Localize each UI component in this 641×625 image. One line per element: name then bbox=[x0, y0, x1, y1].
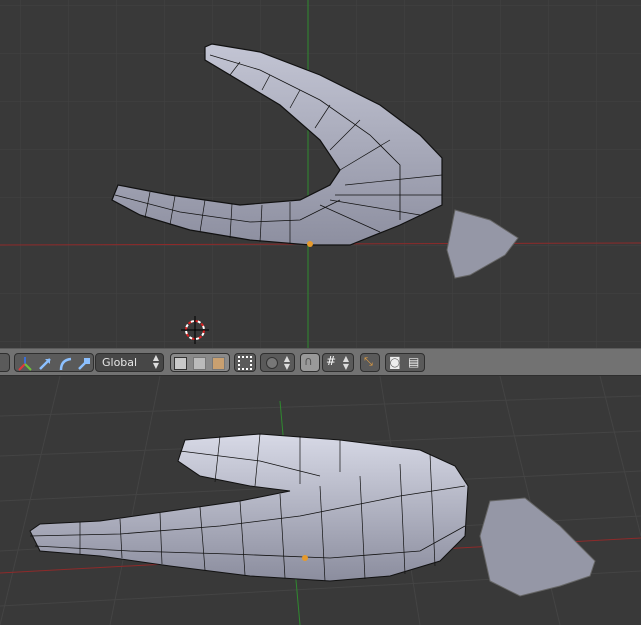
face-select-icon[interactable] bbox=[212, 357, 225, 370]
manipulator-group bbox=[14, 353, 94, 372]
select-arrows-icon: ▲ ▼ bbox=[283, 354, 290, 371]
opengl-render-icon: ⤡ bbox=[364, 355, 373, 368]
render-still-icon[interactable]: ◙ bbox=[389, 355, 401, 369]
proportional-edit-select[interactable]: ▲ ▼ bbox=[260, 353, 295, 372]
transform-orientation-value: Global bbox=[102, 356, 138, 369]
transform-orientation-select[interactable]: Global ▲ ▼ bbox=[95, 353, 164, 372]
top-viewport-scene bbox=[0, 0, 641, 348]
edge-select-icon[interactable] bbox=[193, 357, 206, 370]
scale-icon[interactable] bbox=[77, 357, 91, 371]
side-object-mesh bbox=[479, 497, 596, 597]
limit-selection-icon bbox=[238, 356, 252, 370]
limit-selection-button[interactable] bbox=[234, 353, 256, 372]
snap-magnet-icon: ∩ bbox=[304, 354, 313, 368]
object-origin bbox=[302, 555, 308, 561]
select-mode-group bbox=[170, 353, 230, 372]
render-animation-icon[interactable]: ▤ bbox=[408, 355, 419, 369]
horn-mesh bbox=[29, 433, 469, 582]
vertex-select-icon[interactable] bbox=[174, 357, 187, 370]
translate-icon[interactable] bbox=[38, 357, 52, 371]
bottom-viewport-scene bbox=[0, 376, 641, 625]
snap-element-select[interactable]: # ▲ ▼ bbox=[322, 353, 354, 372]
3d-view-header-toolbar: Global ▲ ▼ ▲ ▼ ∩ # ▲ ▼ ⤡ ◙ ▤ bbox=[0, 348, 641, 376]
manipulator-axis-icon[interactable] bbox=[18, 357, 32, 371]
mode-stepper[interactable] bbox=[0, 353, 10, 372]
grid-floor bbox=[0, 0, 641, 348]
object-origin bbox=[307, 241, 313, 247]
opengl-render-button[interactable]: ⤡ bbox=[360, 353, 380, 372]
select-arrows-icon: ▲ ▼ bbox=[342, 354, 349, 371]
render-buttons-group: ◙ ▤ bbox=[385, 353, 425, 372]
rotate-icon[interactable] bbox=[58, 357, 72, 371]
snap-target-icon: # bbox=[326, 354, 337, 368]
select-arrows-icon: ▲ ▼ bbox=[152, 353, 159, 370]
bottom-3d-viewport[interactable] bbox=[0, 376, 641, 625]
proportional-edit-icon bbox=[266, 357, 278, 369]
snap-toggle[interactable]: ∩ bbox=[300, 353, 320, 372]
top-3d-viewport[interactable] bbox=[0, 0, 641, 348]
